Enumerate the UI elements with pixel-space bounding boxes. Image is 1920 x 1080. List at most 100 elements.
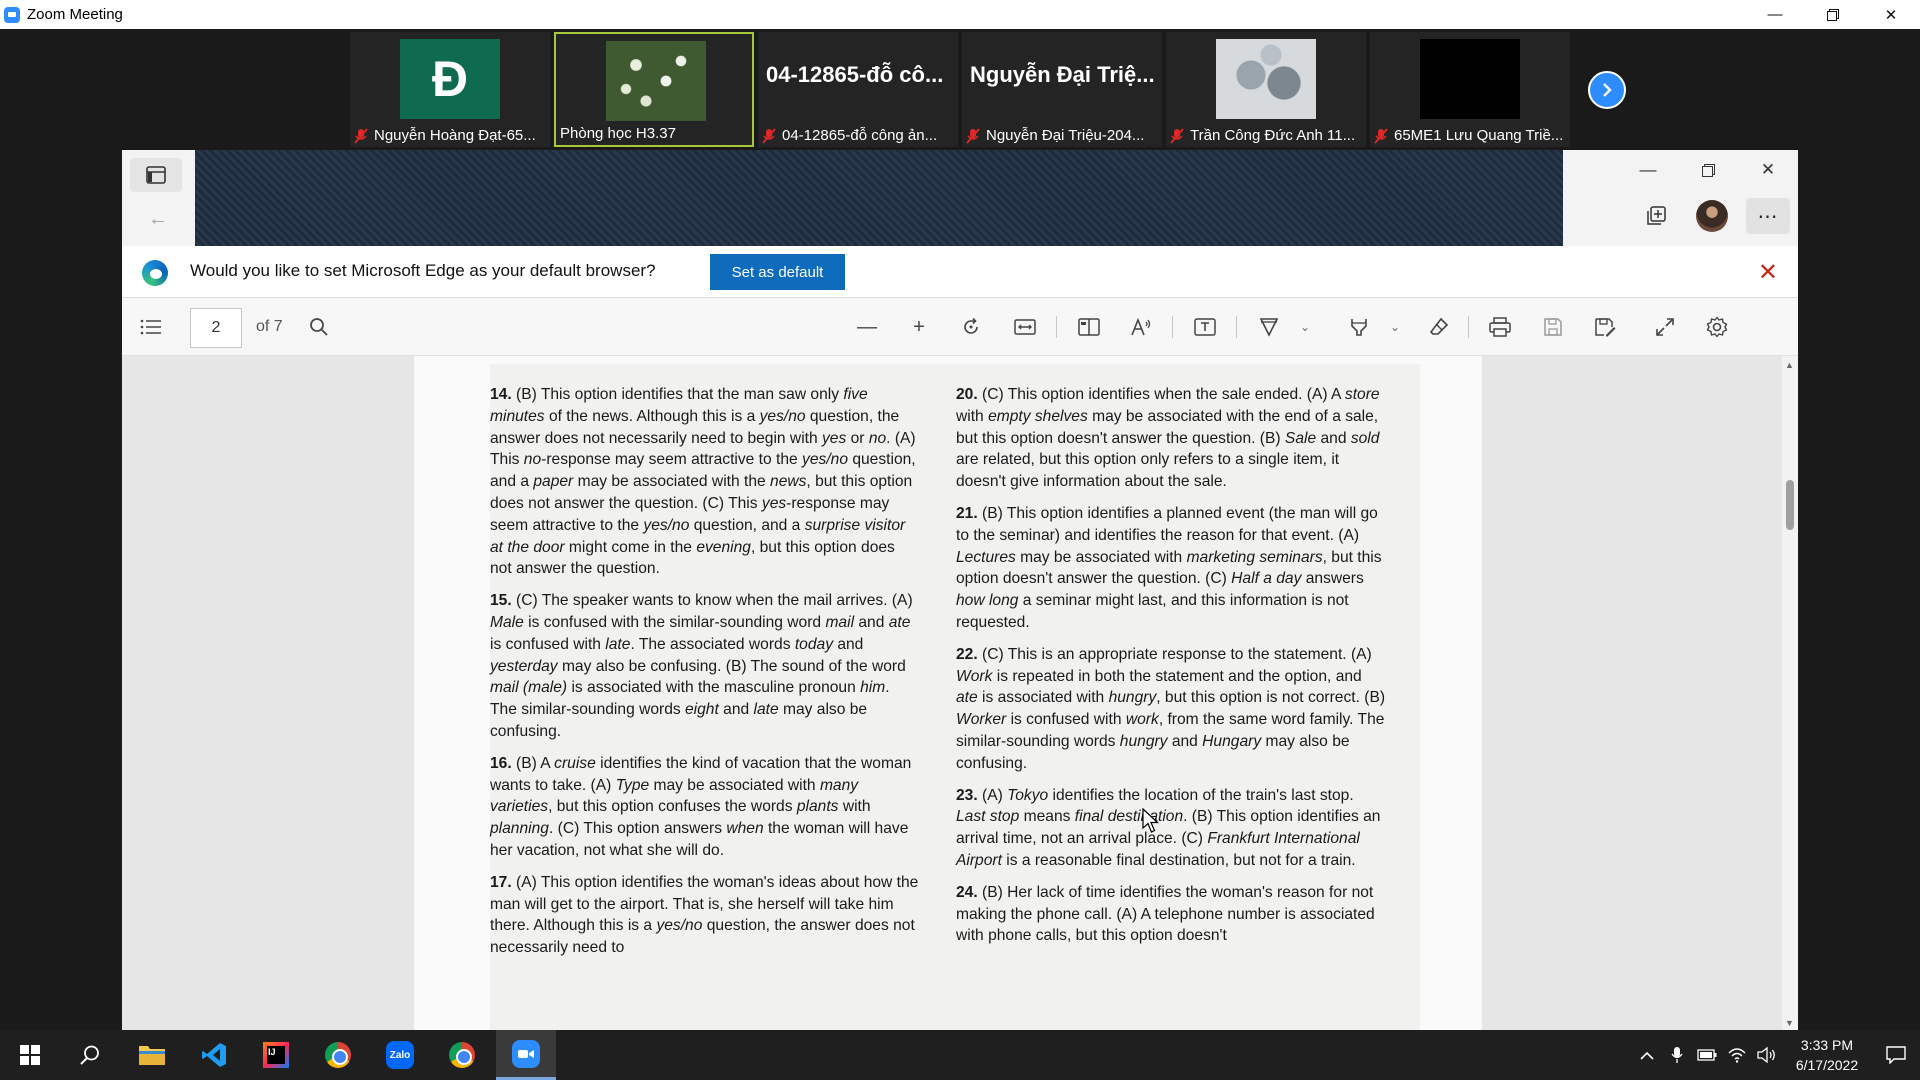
pdf-toolbar: of 7 — + ⌄ ⌄ bbox=[122, 298, 1798, 356]
minimize-icon[interactable]: — bbox=[1746, 0, 1804, 29]
participant-tile[interactable]: 04-12865-đỗ cô... 04-12865-đỗ công ản... bbox=[758, 32, 958, 147]
eraser-icon[interactable] bbox=[1424, 312, 1454, 342]
save-icon[interactable] bbox=[1538, 312, 1568, 342]
system-tray: 3:33 PM 6/17/2022 bbox=[1632, 1030, 1920, 1080]
muted-mic-icon bbox=[1374, 127, 1388, 144]
answer-explanation: 24. (B) Her lack of time identifies the … bbox=[956, 883, 1375, 945]
vertical-scrollbar[interactable]: ▲ ▼ bbox=[1782, 356, 1798, 1030]
muted-mic-icon bbox=[354, 127, 368, 144]
add-text-icon[interactable] bbox=[1190, 312, 1220, 342]
participant-name: Phòng học H3.37 bbox=[560, 125, 676, 142]
vscode-button[interactable] bbox=[184, 1030, 244, 1080]
zoom-titlebar: Zoom Meeting — ✕ bbox=[0, 0, 1920, 29]
chevron-down-icon[interactable]: ⌄ bbox=[1380, 312, 1410, 342]
folder-icon bbox=[139, 1046, 165, 1065]
chrome-button[interactable] bbox=[308, 1030, 368, 1080]
zoom-out-icon[interactable]: — bbox=[852, 312, 882, 342]
close-icon[interactable]: ✕ bbox=[1738, 150, 1798, 190]
clock-date: 6/17/2022 bbox=[1795, 1057, 1859, 1073]
highlight-icon[interactable] bbox=[1344, 312, 1374, 342]
next-page-button[interactable] bbox=[1588, 71, 1626, 109]
clock[interactable]: 3:33 PM 6/17/2022 bbox=[1782, 1035, 1872, 1075]
scroll-down-icon[interactable]: ▼ bbox=[1785, 1018, 1794, 1028]
zoom-app-icon bbox=[4, 6, 20, 23]
draw-icon[interactable] bbox=[1254, 312, 1284, 342]
page-total: of 7 bbox=[256, 318, 283, 335]
window-title: Zoom Meeting bbox=[27, 6, 123, 23]
zalo-button[interactable]: Zalo bbox=[370, 1030, 430, 1080]
edge-window-controls: — ✕ bbox=[1618, 150, 1798, 190]
chrome-icon bbox=[449, 1042, 475, 1068]
participant-tile[interactable]: Trần Công Đức Anh 11... bbox=[1166, 32, 1366, 147]
participant-name: Trần Công Đức Anh 11... bbox=[1190, 127, 1356, 144]
back-arrow-icon[interactable]: ← bbox=[148, 208, 168, 231]
chevron-up-icon[interactable] bbox=[1632, 1030, 1662, 1080]
tab-actions-button[interactable] bbox=[130, 158, 182, 192]
rotate-icon[interactable] bbox=[956, 312, 986, 342]
answer-column-left: 14. (B) This option identifies that the … bbox=[490, 384, 920, 969]
zoom-in-icon[interactable]: + bbox=[904, 312, 934, 342]
save-as-icon[interactable] bbox=[1590, 312, 1620, 342]
fullscreen-icon[interactable] bbox=[1650, 312, 1680, 342]
participant-name: 04-12865-đỗ công ản... bbox=[782, 127, 938, 144]
participant-name: 65ME1 Lưu Quang Triề... bbox=[1394, 127, 1564, 144]
chrome-button-2[interactable] bbox=[432, 1030, 492, 1080]
read-aloud-icon[interactable] bbox=[1126, 312, 1156, 342]
print-icon[interactable] bbox=[1485, 312, 1515, 342]
scrollbar-thumb[interactable] bbox=[1786, 480, 1794, 530]
set-as-default-button[interactable]: Set as default bbox=[710, 254, 845, 290]
more-options-icon[interactable]: ⋯ bbox=[1746, 198, 1790, 234]
intellij-icon: IJ bbox=[263, 1042, 289, 1068]
page-view-icon[interactable] bbox=[1074, 312, 1104, 342]
clock-time: 3:33 PM bbox=[1800, 1037, 1854, 1053]
collections-icon[interactable] bbox=[1634, 198, 1678, 234]
table-of-contents-icon[interactable] bbox=[136, 312, 166, 342]
default-browser-message: Would you like to set Microsoft Edge as … bbox=[190, 261, 656, 280]
chrome-icon bbox=[325, 1042, 351, 1068]
default-browser-infobar: Would you like to set Microsoft Edge as … bbox=[122, 246, 1798, 298]
zoom-hidden-area-overlay bbox=[195, 150, 1563, 256]
settings-gear-icon[interactable] bbox=[1702, 312, 1732, 342]
participant-tile[interactable]: Nguyễn Đại Triệ... Nguyễn Đại Triệu-204.… bbox=[962, 32, 1162, 147]
participant-video bbox=[1216, 39, 1316, 119]
search-button[interactable] bbox=[60, 1030, 120, 1080]
microphone-icon[interactable] bbox=[1662, 1030, 1692, 1080]
mouse-cursor-icon bbox=[1142, 808, 1160, 833]
zoom-taskbar-button[interactable] bbox=[496, 1030, 556, 1080]
participant-tile-active[interactable]: Phòng học H3.37 bbox=[554, 32, 754, 147]
page-number-input[interactable] bbox=[190, 308, 242, 348]
pdf-viewport[interactable]: 14. (B) This option identifies that the … bbox=[122, 356, 1782, 1030]
muted-mic-icon bbox=[762, 127, 776, 144]
battery-icon[interactable] bbox=[1692, 1030, 1722, 1080]
search-icon[interactable] bbox=[304, 312, 334, 342]
restore-icon[interactable] bbox=[1678, 150, 1738, 190]
zoom-window-controls: — ✕ bbox=[1746, 0, 1920, 29]
minimize-icon[interactable]: — bbox=[1618, 150, 1678, 190]
start-button[interactable] bbox=[0, 1030, 60, 1080]
participant-video bbox=[1420, 39, 1520, 119]
participant-tile[interactable]: Đ Nguyễn Hoàng Đạt-65... bbox=[350, 32, 550, 147]
profile-avatar-button[interactable] bbox=[1690, 198, 1734, 234]
intellij-button[interactable]: IJ bbox=[246, 1030, 306, 1080]
wifi-icon[interactable] bbox=[1722, 1030, 1752, 1080]
participant-tile[interactable]: 65ME1 Lưu Quang Triề... bbox=[1370, 32, 1570, 147]
windows-logo-icon bbox=[20, 1045, 40, 1065]
zoom-icon bbox=[512, 1039, 540, 1068]
scroll-up-icon[interactable]: ▲ bbox=[1785, 360, 1794, 370]
volume-icon[interactable] bbox=[1752, 1030, 1782, 1080]
muted-mic-icon bbox=[966, 127, 980, 144]
pdf-page: 14. (B) This option identifies that the … bbox=[414, 356, 1482, 1030]
file-explorer-button[interactable] bbox=[122, 1030, 182, 1080]
notification-center-icon[interactable] bbox=[1872, 1030, 1920, 1080]
answer-explanation: 21. (B) This option identifies a planned… bbox=[956, 504, 1382, 631]
restore-icon[interactable] bbox=[1804, 0, 1862, 29]
close-icon[interactable]: ✕ bbox=[1862, 0, 1920, 29]
chevron-down-icon[interactable]: ⌄ bbox=[1290, 312, 1320, 342]
answer-column-right: 20. (C) This option identifies when the … bbox=[956, 384, 1386, 957]
pdf-page-content: 14. (B) This option identifies that the … bbox=[490, 364, 1420, 1030]
vscode-icon bbox=[202, 1043, 226, 1067]
close-icon[interactable]: ✕ bbox=[1758, 258, 1778, 287]
answer-explanation: 16. (B) A cruise identifies the kind of … bbox=[490, 754, 912, 859]
fit-width-icon[interactable] bbox=[1010, 312, 1040, 342]
tab-actions-icon bbox=[146, 166, 166, 184]
